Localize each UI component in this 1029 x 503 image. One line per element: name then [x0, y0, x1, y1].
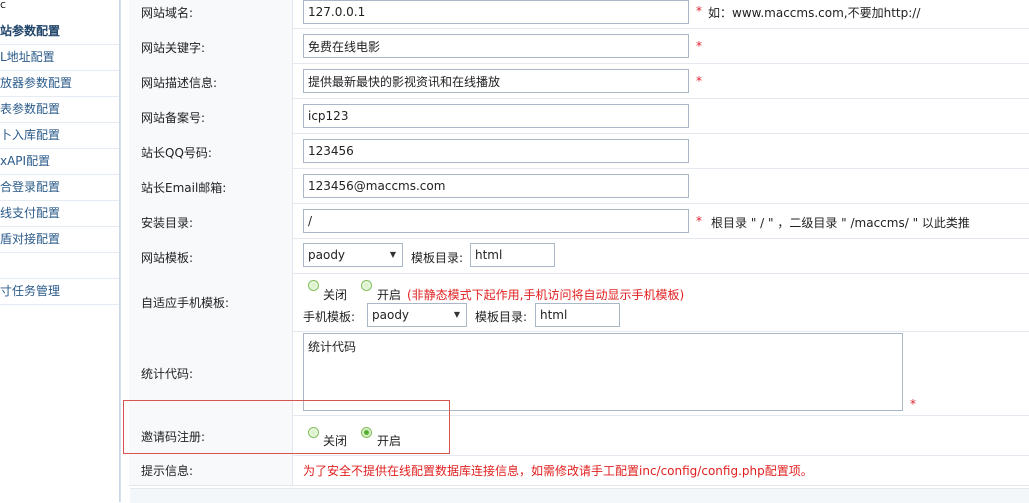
label-notice: 提示信息: — [141, 464, 194, 478]
mobile-off-label[interactable]: 关闭 — [323, 286, 347, 303]
row-site-icp: 网站备案号: — [129, 98, 1029, 134]
admin-email-input[interactable] — [303, 174, 689, 198]
sidebar-item-url-config[interactable]: L地址配置 — [0, 45, 119, 71]
sidebar-item-api-config[interactable]: xAPI配置 — [0, 149, 119, 175]
site-description-input[interactable] — [303, 69, 689, 93]
row-site-description: 网站描述信息: * — [129, 63, 1029, 99]
label-mobile-template: 自适应手机模板: — [141, 296, 230, 310]
required-mark: * — [696, 39, 702, 53]
notice-text: 为了安全不提供在线配置数据库连接信息，如需修改请手工配置inc/config/c… — [303, 464, 813, 478]
template-dir-label: 模板目录: — [411, 251, 464, 265]
invite-on-label[interactable]: 开启 — [377, 432, 401, 449]
install-dir-hint: 根目录 " / " ，二级目录 " /maccms/ " 以此类推 — [711, 216, 970, 230]
site-icp-input[interactable] — [303, 104, 689, 128]
label-admin-qq: 站长QQ号码: — [141, 146, 212, 160]
sidebar-item-import-config[interactable]: 卜入库配置 — [0, 123, 119, 149]
label-install-dir: 安装目录: — [141, 216, 194, 230]
site-keywords-input[interactable] — [303, 34, 689, 58]
label-site-template: 网站模板: — [141, 251, 194, 265]
mobile-on-label[interactable]: 开启 — [377, 286, 401, 303]
sidebar-item-payment-config[interactable]: 线支付配置 — [0, 201, 119, 227]
required-mark: * — [696, 4, 702, 18]
label-site-description: 网站描述信息: — [141, 76, 218, 90]
row-site-template: 网站模板: paody ▼ 模板目录: — [129, 238, 1029, 274]
sidebar-item-dock-config[interactable]: 盾对接配置 — [0, 227, 119, 253]
row-mobile-template: 自适应手机模板: 关闭 开启 (非静态模式下起作用,手机访问将自动显示手机模板)… — [129, 273, 1029, 332]
mobile-dir-label: 模板目录: — [475, 310, 528, 324]
sidebar-item-task-manager[interactable]: 寸任务管理 — [0, 279, 119, 305]
mobile-dir-input[interactable] — [535, 303, 620, 327]
sidebar-item-blank — [0, 253, 119, 279]
label-site-keywords: 网站关键字: — [141, 41, 206, 55]
required-mark: * — [696, 214, 702, 228]
mobile-off-radio[interactable] — [308, 280, 319, 291]
label-admin-email: 站长Email邮箱: — [141, 181, 227, 195]
template-dir-input[interactable] — [470, 243, 555, 267]
row-site-domain: 网站域名: * 如：www.maccms.com,不要加http:// — [129, 0, 1029, 29]
chevron-down-icon: ▼ — [389, 250, 396, 259]
required-mark: * — [910, 397, 916, 411]
mobile-on-radio[interactable] — [361, 280, 372, 291]
row-stats-code: 统计代码: 统计代码 * — [129, 331, 1029, 416]
sidebar-item-site-params[interactable]: 站参数配置 — [0, 19, 119, 45]
label-site-icp: 网站备案号: — [141, 111, 206, 125]
label-invite-code: 邀请码注册: — [141, 430, 206, 444]
invite-off-radio[interactable] — [308, 427, 319, 438]
mobile-template-note: (非静态模式下起作用,手机访问将自动显示手机模板) — [407, 288, 685, 302]
site-template-select[interactable]: paody ▼ — [303, 243, 403, 267]
mobile-template-select[interactable]: paody ▼ — [367, 303, 467, 327]
row-invite-code: 邀请码注册: 关闭 开启 — [129, 415, 1029, 456]
admin-qq-input[interactable] — [303, 139, 689, 163]
row-install-dir: 安装目录: * 根目录 " / " ，二级目录 " /maccms/ " 以此类… — [129, 203, 1029, 239]
required-mark: * — [696, 74, 702, 88]
chevron-down-icon: ▼ — [453, 310, 460, 319]
row-site-keywords: 网站关键字: * — [129, 28, 1029, 64]
sidebar: c 站参数配置 L地址配置 放器参数配置 表参数配置 卜入库配置 xAPI配置 … — [0, 0, 120, 502]
row-admin-qq: 站长QQ号码: — [129, 133, 1029, 169]
main-content: 网站域名: * 如：www.maccms.com,不要加http:// 网站关键… — [120, 0, 1029, 502]
site-domain-input[interactable] — [303, 0, 689, 24]
sidebar-item-player-params[interactable]: 放器参数配置 — [0, 71, 119, 97]
site-domain-hint: 如：www.maccms.com,不要加http:// — [708, 6, 921, 20]
footer-strip — [130, 488, 1029, 503]
row-notice: 提示信息: 为了安全不提供在线配置数据库连接信息，如需修改请手工配置inc/co… — [129, 455, 1029, 486]
install-dir-input[interactable] — [303, 209, 689, 233]
invite-off-label[interactable]: 关闭 — [323, 432, 347, 449]
row-admin-email: 站长Email邮箱: — [129, 168, 1029, 204]
sidebar-item-table-params[interactable]: 表参数配置 — [0, 97, 119, 123]
sidebar-item-login-config[interactable]: 合登录配置 — [0, 175, 119, 201]
sidebar-header: c — [0, 0, 7, 11]
mobile-template-select-value: paody — [372, 308, 410, 322]
label-site-domain: 网站域名: — [141, 6, 194, 20]
label-stats-code: 统计代码: — [141, 367, 194, 381]
invite-on-radio[interactable] — [361, 427, 372, 438]
mobile-template-label: 手机模板: — [303, 310, 356, 324]
site-template-select-value: paody — [308, 248, 346, 262]
stats-code-textarea[interactable]: 统计代码 — [303, 333, 903, 411]
